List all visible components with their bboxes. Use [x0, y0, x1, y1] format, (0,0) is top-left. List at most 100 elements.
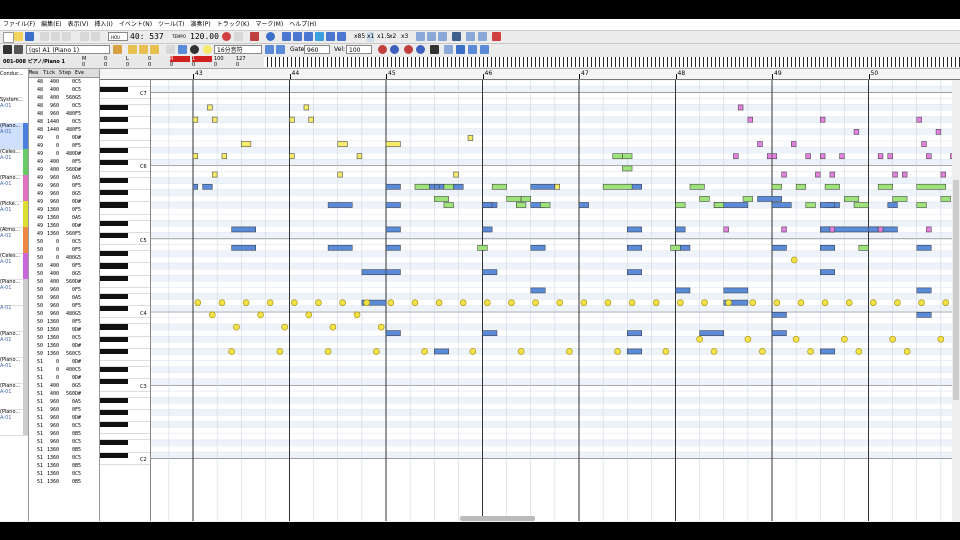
list-icon[interactable]	[466, 32, 475, 41]
black-key[interactable]	[100, 397, 128, 403]
event-row[interactable]: 51 960 0A5	[29, 398, 99, 406]
green-note[interactable]	[602, 183, 633, 190]
green-note[interactable]	[699, 196, 710, 202]
end-icon[interactable]	[337, 32, 346, 41]
menu-item-6[interactable]: 演奏(P)	[187, 19, 213, 30]
yellow-dot-note[interactable]	[324, 348, 332, 355]
event-row[interactable]: 48 400 0C5	[29, 86, 99, 94]
green-note[interactable]	[520, 196, 532, 202]
zoom-in-icon[interactable]	[378, 45, 387, 54]
yellow-dot-note[interactable]	[662, 348, 670, 355]
white-key[interactable]	[100, 214, 150, 221]
pink-note[interactable]	[820, 116, 826, 123]
pink-note[interactable]	[815, 171, 821, 178]
green-note[interactable]	[434, 196, 449, 202]
event-row[interactable]: 50 1360 0D#	[29, 326, 99, 334]
green-note[interactable]	[491, 183, 507, 190]
yellow-dot-note[interactable]	[484, 299, 491, 306]
event-row[interactable]: 49 960 0D#	[29, 198, 99, 206]
white-key[interactable]	[100, 244, 150, 252]
white-key[interactable]	[100, 415, 150, 423]
menu-item-4[interactable]: イベント(N)	[116, 19, 155, 30]
yellow-dot-note[interactable]	[855, 348, 863, 355]
bar-number[interactable]: 46	[485, 69, 493, 79]
pink-note[interactable]	[829, 226, 835, 233]
yellow-note[interactable]	[241, 141, 252, 147]
yellow-note[interactable]	[453, 171, 459, 178]
green-note[interactable]	[853, 202, 869, 208]
yellow-dot-note[interactable]	[276, 348, 284, 355]
event-row[interactable]: 49 400 560D#	[29, 166, 99, 174]
green-note[interactable]	[443, 202, 454, 208]
vel-field[interactable]: 100	[346, 45, 372, 54]
white-key[interactable]	[100, 208, 150, 215]
black-key[interactable]	[100, 147, 128, 153]
yellow-note[interactable]	[308, 116, 314, 123]
black-key[interactable]	[100, 116, 128, 123]
display2-icon[interactable]	[468, 45, 477, 54]
step-icon[interactable]	[265, 45, 274, 54]
yellow-dot-note[interactable]	[937, 335, 945, 343]
black-key[interactable]	[100, 177, 128, 184]
yellow-dot-note[interactable]	[315, 299, 322, 306]
new-file-icon[interactable]	[3, 32, 14, 43]
green-note[interactable]	[858, 244, 869, 251]
pink-note[interactable]	[921, 141, 927, 147]
black-key[interactable]	[100, 128, 128, 135]
zoom-out-v-icon[interactable]	[416, 45, 425, 54]
event-row[interactable]: 48 1440 480F5	[29, 126, 99, 134]
yellow-dot-note[interactable]	[797, 299, 805, 306]
event-row[interactable]: 51 400 560D#	[29, 390, 99, 398]
copy-icon[interactable]	[51, 32, 60, 41]
event-row[interactable]: 49 1360 560F5	[29, 230, 99, 238]
view3-icon[interactable]	[438, 32, 447, 41]
select-hand-icon[interactable]	[139, 45, 148, 54]
yellow-dot-note[interactable]	[194, 299, 202, 306]
event-row[interactable]: 49 0 0F5	[29, 142, 99, 150]
black-key[interactable]	[100, 348, 128, 354]
event-row[interactable]: 49 960 0F5	[29, 182, 99, 190]
pink-note[interactable]	[791, 141, 797, 147]
event-col-header[interactable]: Step	[59, 69, 75, 77]
white-key[interactable]	[100, 110, 150, 118]
bar-number[interactable]: 50	[871, 69, 879, 79]
forward-icon[interactable]	[326, 32, 335, 41]
redo-icon[interactable]	[91, 32, 100, 41]
yellow-dot-note[interactable]	[807, 348, 814, 355]
green-note[interactable]	[612, 153, 623, 160]
event-row[interactable]: 51 960 0F5	[29, 406, 99, 414]
window-icon[interactable]	[452, 32, 461, 41]
event-row[interactable]: 49 960 0G5	[29, 190, 99, 198]
yellow-dot-note[interactable]	[677, 299, 684, 306]
event-row[interactable]: 51 1360 0B5	[29, 478, 99, 486]
event-row[interactable]: 51 960 0B5	[29, 430, 99, 438]
bar-number[interactable]: 44	[292, 69, 300, 79]
pink-note[interactable]	[829, 171, 835, 178]
blue-note[interactable]	[916, 312, 932, 318]
blue-note[interactable]	[385, 202, 401, 208]
pink-note[interactable]	[926, 226, 932, 233]
green-note[interactable]	[713, 202, 724, 208]
blue-note[interactable]	[530, 244, 546, 251]
black-key[interactable]	[100, 409, 128, 415]
yellow-dot-note[interactable]	[821, 299, 829, 306]
event-row[interactable]: 50 0 0C5	[29, 238, 99, 246]
paste-icon[interactable]	[62, 32, 71, 41]
yellow-dot-note[interactable]	[614, 348, 621, 355]
open-folder-icon[interactable]	[14, 32, 23, 41]
menu-item-3[interactable]: 挿入(I)	[91, 19, 115, 30]
menu-item-5[interactable]: ツール(T)	[155, 19, 187, 30]
black-key[interactable]	[100, 324, 128, 330]
black-key[interactable]	[100, 189, 128, 196]
track-item[interactable]: (Picke... A-01	[0, 201, 28, 228]
yellow-note[interactable]	[212, 116, 218, 123]
black-key[interactable]	[100, 263, 128, 269]
event-row[interactable]: 50 1360 560C5	[29, 350, 99, 358]
pink-note[interactable]	[733, 153, 739, 160]
green-note[interactable]	[414, 183, 430, 190]
yellow-dot-note[interactable]	[508, 299, 515, 306]
blue-note[interactable]	[202, 183, 213, 190]
event-row[interactable]: 49 1360 0D#	[29, 222, 99, 230]
pink-note[interactable]	[781, 171, 787, 178]
blue-note[interactable]	[434, 183, 440, 190]
